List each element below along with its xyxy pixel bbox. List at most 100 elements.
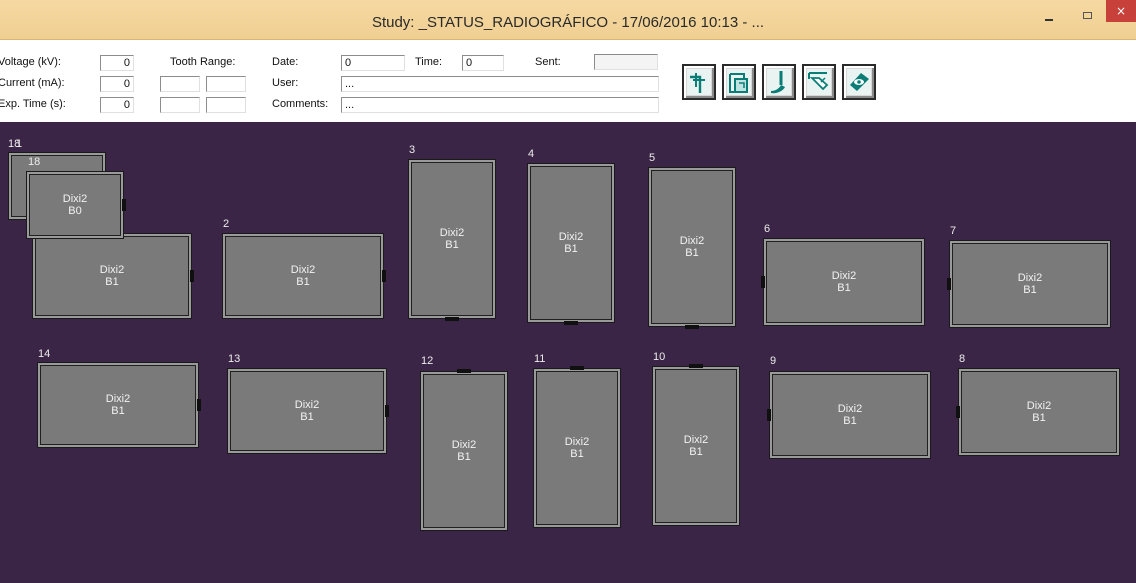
tile-sensor-label: Dixi2 xyxy=(62,193,88,205)
study-info-panel: Voltage (kV): 0 Current (mA): 0 Exp. Tim… xyxy=(0,40,1136,122)
view-tool-button[interactable] xyxy=(842,64,876,100)
minimize-icon xyxy=(1045,18,1053,21)
tile-sensor-label: Dixi2 xyxy=(294,399,320,411)
sensor-cable-marker xyxy=(947,278,951,290)
sensor-cable-marker xyxy=(385,405,389,417)
tile-number-9: 9 xyxy=(770,355,777,367)
time-label: Time: xyxy=(415,56,443,68)
tile-4[interactable]: Dixi2 B1 xyxy=(527,163,615,325)
layers-tool-button[interactable] xyxy=(722,64,756,100)
tile-binning-label: B1 xyxy=(689,446,703,458)
tile-sensor-label: Dixi2 xyxy=(105,393,131,405)
tile-caption: Dixi2 B1 xyxy=(534,436,620,460)
tile-caption: Dixi2 B1 xyxy=(228,399,386,423)
tile-caption: Dixi2 B1 xyxy=(653,434,739,458)
tile-sensor-label: Dixi2 xyxy=(683,434,709,446)
tile-number-1: 1 xyxy=(16,138,23,150)
hand-pointer-icon xyxy=(807,69,831,95)
window-title: Study: _STATUS_RADIOGRÁFICO - 17/06/2016… xyxy=(371,14,765,31)
tooth-probe-icon xyxy=(687,69,711,95)
sensor-cable-marker xyxy=(689,364,703,368)
tile-14[interactable]: Dixi2 B1 xyxy=(37,362,201,448)
pointer-tool-button[interactable] xyxy=(802,64,836,100)
tile-sensor-label: Dixi2 xyxy=(99,264,125,276)
tile-number-3: 3 xyxy=(409,144,416,156)
tooth-range-field-1[interactable] xyxy=(160,76,200,92)
tile-11[interactable]: Dixi2 B1 xyxy=(533,366,621,528)
tile-caption: Dixi2 B1 xyxy=(770,403,930,427)
tile-binning-label: B1 xyxy=(300,411,314,423)
exp-time-field[interactable]: 0 xyxy=(100,97,134,113)
tile-caption: Dixi2 B1 xyxy=(421,439,507,463)
tile-9[interactable]: Dixi2 B1 xyxy=(767,371,931,459)
date-field[interactable]: 0 xyxy=(341,55,405,71)
probe-tool-button[interactable] xyxy=(682,64,716,100)
tile-number-13: 13 xyxy=(228,353,241,365)
tile-binning-label: B1 xyxy=(457,451,471,463)
tile-caption: Dixi2 B1 xyxy=(950,272,1110,296)
eye-view-icon xyxy=(847,69,871,95)
radiograph-workspace: 18 Dixi2 B1 Dixi2 B1 18 Dixi2 B0 1 2 Dix… xyxy=(0,122,1136,583)
tile-2[interactable]: Dixi2 B1 xyxy=(222,233,386,319)
sensor-cable-marker xyxy=(564,321,578,325)
tile-binning-label: B1 xyxy=(685,247,699,259)
maximize-icon xyxy=(1082,12,1092,19)
tile-18[interactable]: Dixi2 B0 xyxy=(26,171,126,239)
tile-sensor-label: Dixi2 xyxy=(451,439,477,451)
tile-caption: Dixi2 B1 xyxy=(649,235,735,259)
tile-sensor-label: Dixi2 xyxy=(439,227,465,239)
user-field[interactable]: ... xyxy=(341,76,659,92)
voltage-field[interactable]: 0 xyxy=(100,55,134,71)
sensor-cable-marker xyxy=(197,399,201,411)
tile-5[interactable]: Dixi2 B1 xyxy=(648,167,736,329)
tile-sensor-label: Dixi2 xyxy=(1026,400,1052,412)
tile-number-8: 8 xyxy=(959,353,966,365)
minimize-button[interactable] xyxy=(1034,8,1064,30)
time-field[interactable]: 0 xyxy=(462,55,504,71)
tile-number-12: 12 xyxy=(421,355,434,367)
tile-number-10: 10 xyxy=(653,351,666,363)
current-field[interactable]: 0 xyxy=(100,76,134,92)
sensor-cable-marker xyxy=(122,199,126,211)
exp-time-label: Exp. Time (s): xyxy=(0,98,66,110)
tile-13[interactable]: Dixi2 B1 xyxy=(227,368,389,454)
tile-1[interactable]: Dixi2 B1 xyxy=(32,233,194,319)
copy-layers-icon xyxy=(727,69,751,95)
tile-number-2: 2 xyxy=(223,218,230,230)
tile-7[interactable]: Dixi2 B1 xyxy=(947,240,1111,328)
tooth-range-field-2[interactable] xyxy=(206,76,246,92)
tile-binning-label: B1 xyxy=(445,239,459,251)
tile-sensor-label: Dixi2 xyxy=(837,403,863,415)
sent-field[interactable] xyxy=(594,54,658,70)
tile-caption: Dixi2 B1 xyxy=(528,231,614,255)
tile-number-4: 4 xyxy=(528,148,535,160)
tile-binning-label: B1 xyxy=(837,282,851,294)
dental-tool-button[interactable] xyxy=(762,64,796,100)
sensor-cable-marker xyxy=(457,369,471,373)
tile-3[interactable]: Dixi2 B1 xyxy=(408,159,496,321)
tile-number-11: 11 xyxy=(534,353,546,365)
user-label: User: xyxy=(272,77,299,89)
tile-caption: Dixi2 B1 xyxy=(959,400,1119,424)
tile-caption: Dixi2 B1 xyxy=(764,270,924,294)
tile-10[interactable]: Dixi2 B1 xyxy=(652,364,740,526)
dental-tool-icon xyxy=(767,69,791,95)
tile-number-5: 5 xyxy=(649,152,656,164)
tile-6[interactable]: Dixi2 B1 xyxy=(761,238,925,326)
current-label: Current (mA): xyxy=(0,77,65,89)
tile-caption: Dixi2 B1 xyxy=(33,264,191,288)
tile-sensor-label: Dixi2 xyxy=(679,235,705,247)
tile-binning-label: B0 xyxy=(68,205,82,217)
tooth-range-field-3[interactable] xyxy=(160,97,200,113)
tile-caption: Dixi2 B0 xyxy=(27,193,123,217)
maximize-button[interactable] xyxy=(1072,4,1102,26)
tile-8[interactable]: Dixi2 B1 xyxy=(956,368,1120,456)
comments-field[interactable]: ... xyxy=(341,97,659,113)
tile-12[interactable]: Dixi2 B1 xyxy=(420,369,508,531)
close-button[interactable]: × xyxy=(1106,0,1136,22)
tile-caption: Dixi2 B1 xyxy=(38,393,198,417)
tile-number-7: 7 xyxy=(950,225,957,237)
tile-binning-label: B1 xyxy=(1023,284,1037,296)
tooth-range-field-4[interactable] xyxy=(206,97,246,113)
sensor-cable-marker xyxy=(761,276,765,288)
